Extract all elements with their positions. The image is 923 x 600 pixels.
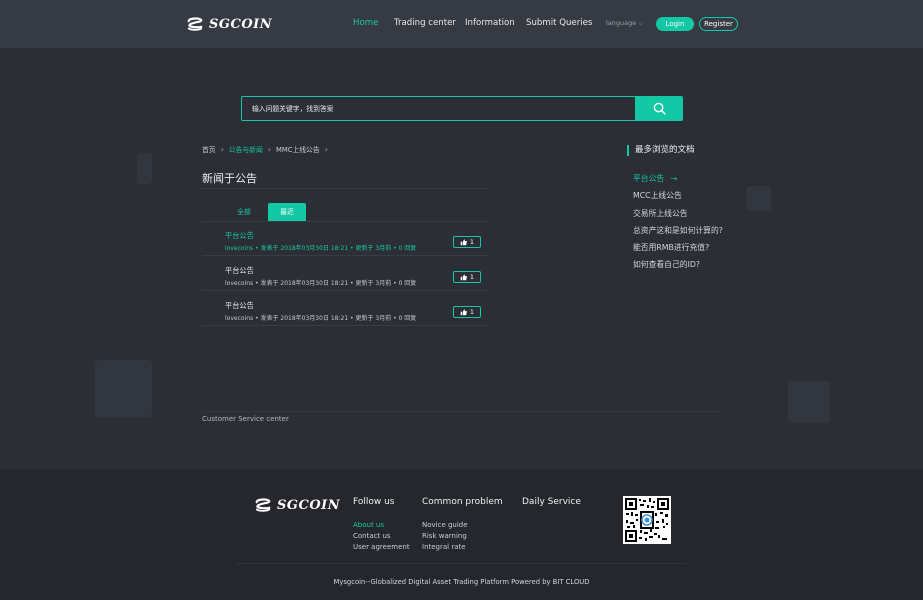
divider bbox=[236, 563, 686, 564]
copyright-text: Mysgcoin--Globalized Digital Asset Tradi… bbox=[333, 578, 590, 586]
divider bbox=[202, 411, 722, 412]
news-title[interactable]: 平台公告 bbox=[225, 231, 254, 241]
chevron-down-icon: ⌵ bbox=[638, 20, 643, 27]
chevron-right-icon: › bbox=[220, 144, 224, 154]
nav-submit-queries[interactable]: Submit Queries bbox=[526, 18, 592, 28]
nav-trading-center[interactable]: Trading center bbox=[394, 18, 456, 28]
login-button[interactable]: Login bbox=[656, 17, 694, 31]
news-meta: lovecoins • 发表于 2018年03月30日 18:21 • 更新于 … bbox=[225, 245, 417, 252]
footer-title-follow: Follow us bbox=[353, 497, 395, 507]
sidebar-item[interactable]: 交易所上线公告 bbox=[633, 208, 688, 219]
breadcrumb-home[interactable]: 首页 bbox=[202, 144, 216, 154]
logo-mark-icon bbox=[187, 17, 203, 31]
news-title[interactable]: 平台公告 bbox=[225, 301, 254, 311]
list-item[interactable]: 平台公告 lovecoins • 发表于 2018年03月30日 18:21 •… bbox=[202, 292, 489, 326]
tab-recent[interactable]: 最近 bbox=[268, 203, 306, 222]
news-meta: lovecoins • 发表于 2018年03月30日 18:21 • 更新于 … bbox=[225, 280, 417, 287]
sidebar-item[interactable]: 如何查看自己的ID? bbox=[633, 259, 700, 270]
footer-title-daily: Daily Service bbox=[522, 497, 581, 507]
footer: SGCOIN Follow us About us Contact us Use… bbox=[0, 470, 923, 600]
thumbs-up-icon bbox=[460, 238, 467, 245]
tab-all[interactable]: 全部 bbox=[225, 203, 263, 222]
search-bar bbox=[241, 96, 683, 121]
arrow-right-icon: → bbox=[670, 174, 678, 183]
language-selector[interactable]: language ⌵ bbox=[606, 19, 643, 28]
brand-logo[interactable]: SGCOIN bbox=[186, 14, 272, 34]
logo-text: SGCOIN bbox=[209, 16, 273, 32]
search-input[interactable] bbox=[242, 97, 635, 120]
qr-code bbox=[623, 496, 671, 544]
like-button[interactable]: 1 bbox=[453, 236, 481, 248]
footer-title-problem: Common problem bbox=[422, 497, 503, 507]
sidebar-title: 最多浏览的文档 bbox=[627, 145, 695, 156]
qr-code-icon bbox=[625, 498, 669, 542]
sidebar-item[interactable]: 平台公告 → bbox=[633, 173, 677, 184]
footer-link-contact[interactable]: Contact us bbox=[353, 532, 391, 540]
like-count: 1 bbox=[469, 273, 475, 281]
thumbs-up-icon bbox=[460, 308, 467, 315]
footer-link-agreement[interactable]: User agreement bbox=[353, 543, 410, 551]
logo-mark-icon bbox=[255, 498, 271, 512]
like-count: 1 bbox=[469, 308, 475, 316]
search-button[interactable] bbox=[635, 96, 683, 121]
footer-link-novice[interactable]: Novice guide bbox=[422, 521, 468, 529]
decorative-square bbox=[788, 381, 830, 423]
sidebar-item[interactable]: 总资产这和是如何计算的? bbox=[633, 225, 723, 236]
list-item[interactable]: 平台公告 lovecoins • 发表于 2018年03月30日 18:21 •… bbox=[202, 222, 489, 256]
search-icon bbox=[653, 102, 666, 115]
footer-link-risk[interactable]: Risk warning bbox=[422, 532, 467, 540]
sidebar-item[interactable]: MCC上线公告 bbox=[633, 190, 682, 201]
decorative-square bbox=[746, 186, 771, 211]
sidebar-item-label: 平台公告 bbox=[633, 174, 665, 183]
breadcrumb-news[interactable]: 公告与新闻 bbox=[229, 144, 263, 154]
decorative-square bbox=[137, 153, 152, 184]
news-meta: lovecoins • 发表于 2018年03月30日 18:21 • 更新于 … bbox=[225, 315, 417, 322]
divider bbox=[202, 188, 489, 189]
page-title: 新闻于公告 bbox=[202, 172, 257, 185]
chevron-right-icon: › bbox=[267, 144, 271, 154]
breadcrumb: 首页 › 公告与新闻 › MMC上线公告 › bbox=[202, 144, 333, 155]
breadcrumb-current: MMC上线公告 bbox=[275, 146, 320, 154]
nav-home[interactable]: Home bbox=[353, 18, 378, 28]
customer-service-link[interactable]: Customer Service center bbox=[202, 415, 289, 423]
like-button[interactable]: 1 bbox=[453, 306, 481, 318]
nav-information[interactable]: Information bbox=[465, 18, 515, 28]
footer-logo[interactable]: SGCOIN bbox=[254, 497, 340, 513]
chevron-right-icon: › bbox=[324, 144, 328, 154]
register-button[interactable]: Register bbox=[699, 17, 738, 31]
news-title[interactable]: 平台公告 bbox=[225, 266, 254, 276]
list-item[interactable]: 平台公告 lovecoins • 发表于 2018年03月30日 18:21 •… bbox=[202, 257, 489, 291]
decorative-square bbox=[95, 360, 152, 417]
like-button[interactable]: 1 bbox=[453, 271, 481, 283]
footer-link-about[interactable]: About us bbox=[353, 521, 384, 529]
logo-text: SGCOIN bbox=[277, 497, 341, 513]
thumbs-up-icon bbox=[460, 273, 467, 280]
like-count: 1 bbox=[469, 238, 475, 246]
language-label: language bbox=[606, 19, 637, 27]
footer-link-integral[interactable]: Integral rate bbox=[422, 543, 466, 551]
sidebar-item[interactable]: 能否用RMB进行充值? bbox=[633, 242, 709, 253]
top-header: SGCOIN Home Trading center Information S… bbox=[0, 0, 923, 48]
